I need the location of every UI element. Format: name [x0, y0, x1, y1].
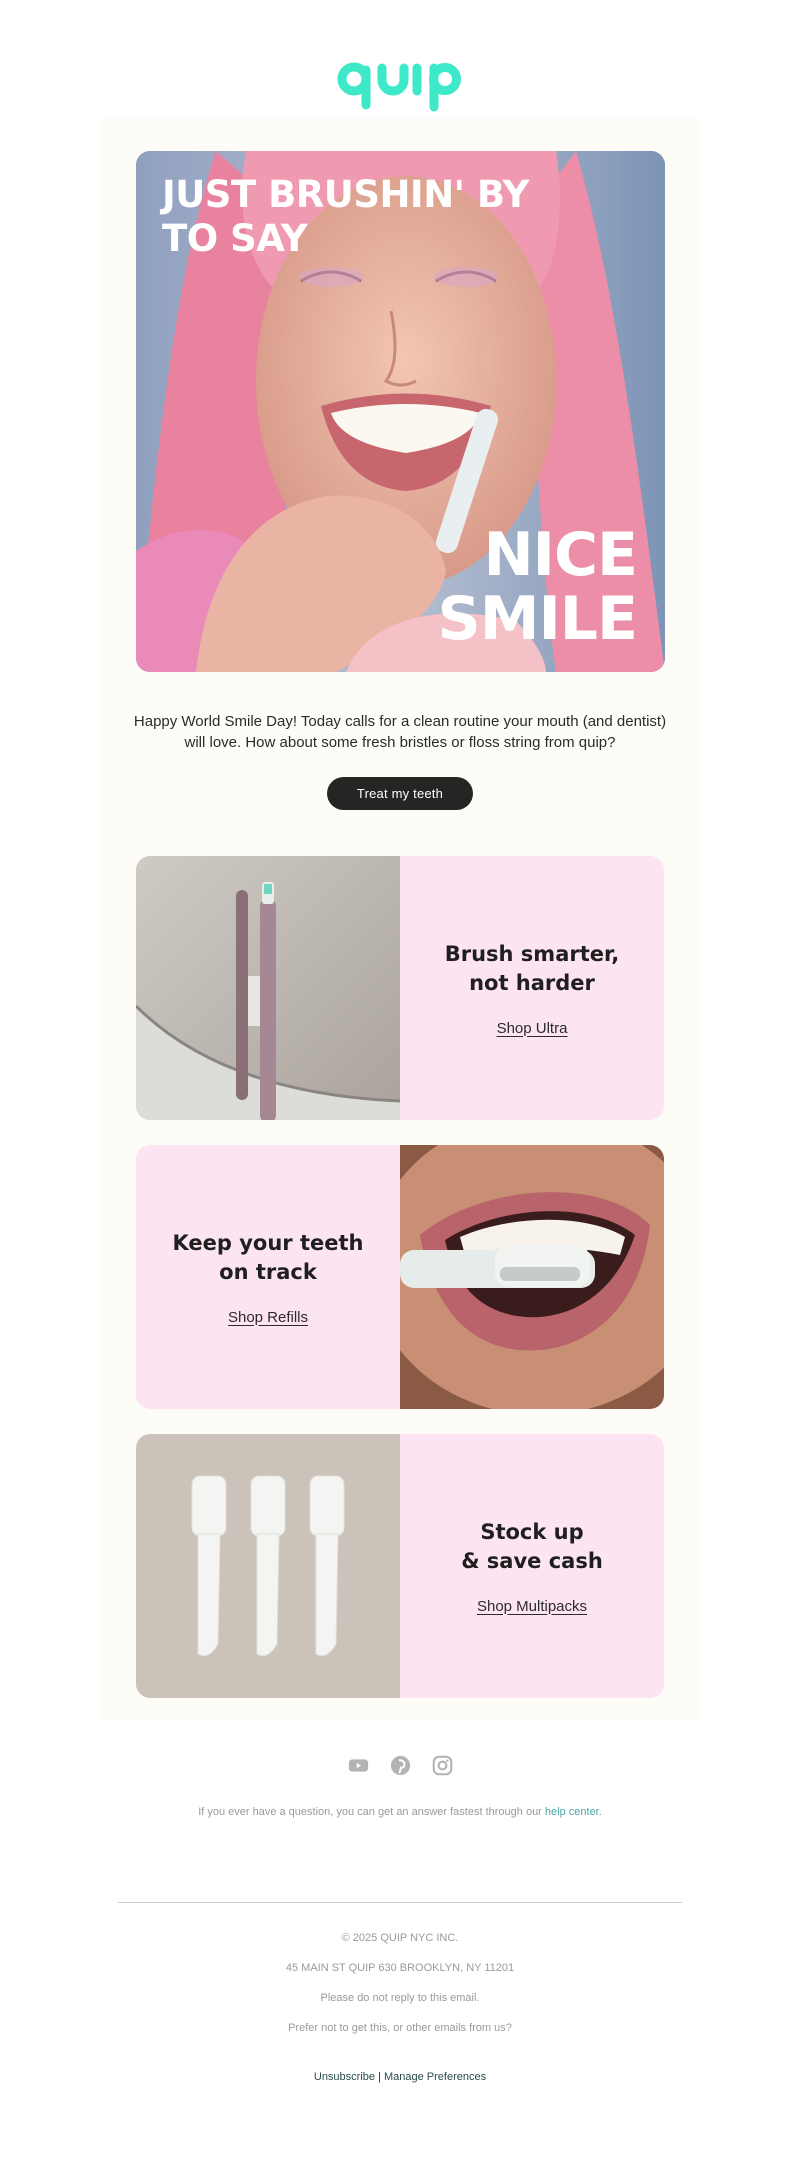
footer-divider — [118, 1902, 682, 1903]
help-text-body: If you ever have a question, you can get… — [198, 1806, 542, 1818]
ultra-promo-title: Brush smarter, not harder — [445, 940, 620, 998]
email-page: JUST BRUSHIN' BY TO SAY NICE SMILE Happy… — [0, 0, 800, 2159]
shop-ultra-link[interactable]: Shop Ultra — [497, 1020, 568, 1037]
hero-tagline-line2: SMILE — [437, 584, 638, 654]
help-center-link[interactable]: help center — [545, 1806, 599, 1818]
unsubscribe-link[interactable]: Unsubscribe — [314, 2071, 375, 2083]
smile-brushing-photo — [400, 1145, 664, 1409]
hero-image[interactable]: JUST BRUSHIN' BY TO SAY NICE SMILE — [136, 151, 665, 672]
multipack-title-line1: Stock up — [480, 1519, 584, 1544]
multipack-promo-card: Stock up & save cash Shop Multipacks — [400, 1434, 664, 1698]
ultra-promo-card: Brush smarter, not harder Shop Ultra — [400, 856, 664, 1120]
social-links — [0, 1755, 800, 1776]
ultra-toothbrush-photo — [136, 856, 400, 1120]
multipack-promo-title: Stock up & save cash — [461, 1518, 603, 1576]
hero-tagline: NICE SMILE — [437, 520, 638, 654]
manage-preferences-link[interactable]: Manage Preferences — [384, 2071, 486, 2083]
footer-links: Unsubscribe | Manage Preferences — [0, 2071, 800, 2083]
quip-logo-mark — [337, 62, 461, 112]
multipack-title-line2: & save cash — [461, 1548, 603, 1573]
brush-heads-photo — [136, 1434, 400, 1698]
hero-headline-line1: JUST BRUSHIN' BY — [162, 173, 529, 216]
instagram-icon[interactable] — [432, 1755, 453, 1776]
help-text: If you ever have a question, you can get… — [0, 1806, 800, 1818]
help-text-suffix: . — [598, 1806, 602, 1818]
copyright-text: © 2025 QUIP NYC INC. — [341, 1932, 459, 1944]
multipack-product-image[interactable] — [136, 1434, 400, 1698]
hero-headline: JUST BRUSHIN' BY TO SAY — [162, 173, 542, 261]
shop-refills-link[interactable]: Shop Refills — [228, 1309, 308, 1326]
youtube-icon[interactable] — [348, 1755, 369, 1776]
quip-logo[interactable] — [0, 58, 800, 112]
treat-my-teeth-button[interactable]: Treat my teeth — [327, 777, 473, 810]
refills-title-line1: Keep your teeth — [172, 1230, 364, 1255]
address-text: 45 MAIN ST QUIP 630 BROOKLYN, NY 11201 — [285, 1962, 515, 1974]
refills-product-image[interactable] — [400, 1145, 664, 1409]
footer-separator: | — [378, 2071, 381, 2083]
pinterest-icon[interactable] — [390, 1755, 411, 1776]
prefer-text: Prefer not to get this, or other emails … — [288, 2022, 512, 2034]
ultra-title-line2: not harder — [469, 970, 595, 995]
refills-title-line2: on track — [219, 1259, 317, 1284]
ultra-title-line1: Brush smarter, — [444, 941, 620, 966]
intro-text: Happy World Smile Day! Today calls for a… — [133, 713, 667, 751]
refills-promo-card: Keep your teeth on track Shop Refills — [136, 1145, 400, 1409]
noreply-text: Please do not reply to this email. — [320, 1992, 480, 2004]
ultra-product-image[interactable] — [136, 856, 400, 1120]
hero-tagline-line1: NICE — [483, 520, 638, 590]
refills-promo-title: Keep your teeth on track — [173, 1229, 364, 1287]
hero-headline-line2: TO SAY — [162, 217, 308, 260]
shop-multipacks-link[interactable]: Shop Multipacks — [477, 1598, 587, 1615]
